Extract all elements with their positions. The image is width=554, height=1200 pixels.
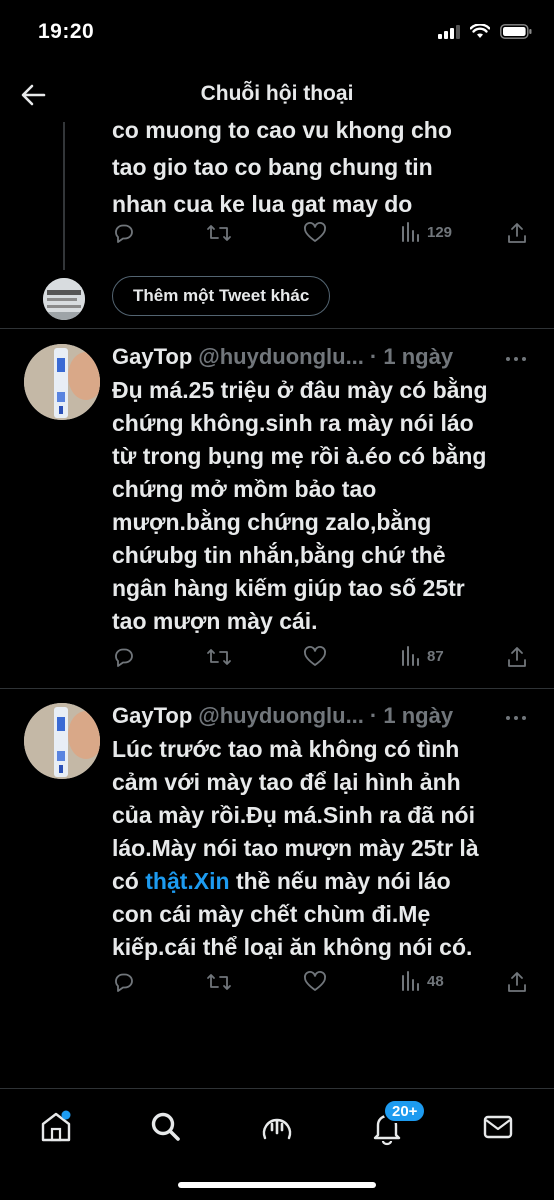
text-line: tao gio tao co bang chung tin bbox=[112, 154, 433, 180]
home-indicator bbox=[178, 1182, 376, 1188]
like-button[interactable] bbox=[303, 221, 327, 245]
views-icon bbox=[402, 971, 419, 991]
thread-line bbox=[63, 122, 65, 270]
handle[interactable]: @huyduonglu... bbox=[198, 344, 364, 370]
reply-icon bbox=[115, 224, 133, 243]
views-count: 129 bbox=[427, 223, 453, 241]
tweet-text: Đụ má.25 triệu ở đâu mày có bằng chứng k… bbox=[112, 374, 532, 638]
text-line: tao mượn mày cái. bbox=[112, 608, 318, 634]
views-count: 48 bbox=[427, 972, 444, 990]
status-time: 19:20 bbox=[38, 20, 95, 43]
show-more-row: Thêm một Tweet khác bbox=[0, 272, 554, 328]
text-segment: thề nếu mày nói láo bbox=[229, 868, 451, 894]
spaces-icon[interactable] bbox=[257, 1107, 297, 1147]
reply-icon bbox=[115, 648, 133, 667]
avatar[interactable] bbox=[24, 703, 100, 779]
tweet-actions: 87 bbox=[112, 645, 532, 675]
divider bbox=[0, 688, 554, 689]
reply-button[interactable] bbox=[112, 970, 136, 994]
views-count: 87 bbox=[427, 647, 444, 665]
text-line: của mày rồi.Đụ má.Sinh ra đã nói bbox=[112, 802, 475, 828]
tweet-actions: 48 bbox=[112, 970, 532, 1000]
text-line: chứng mở mồm bảo tao bbox=[112, 476, 377, 502]
share-icon bbox=[508, 972, 526, 992]
views-button[interactable]: 48 bbox=[401, 970, 444, 992]
views-button[interactable]: 87 bbox=[401, 645, 444, 667]
avatar[interactable] bbox=[43, 278, 85, 320]
battery-icon bbox=[500, 24, 532, 39]
retweet-icon bbox=[207, 974, 231, 990]
status-bar: 19:20 bbox=[0, 0, 554, 66]
like-button[interactable] bbox=[303, 970, 327, 994]
display-name[interactable]: GayTop bbox=[112, 344, 192, 370]
home-icon[interactable] bbox=[36, 1107, 76, 1147]
like-icon bbox=[304, 646, 326, 666]
avatar[interactable] bbox=[24, 344, 100, 420]
share-button[interactable] bbox=[506, 645, 528, 669]
reply-icon bbox=[115, 973, 133, 992]
share-icon bbox=[508, 647, 526, 667]
handle[interactable]: @huyduonglu... bbox=[198, 703, 364, 729]
signal-icon bbox=[438, 24, 460, 39]
timestamp[interactable]: · 1 ngày bbox=[370, 344, 453, 370]
link[interactable]: thật.Xin bbox=[145, 868, 229, 894]
retweet-button[interactable] bbox=[206, 645, 232, 669]
tweet-header: GayTop @huyduonglu... · 1 ngày bbox=[112, 344, 512, 376]
text-line: láo.Mày nói tao mượn mày 25tr là bbox=[112, 835, 479, 861]
divider bbox=[0, 328, 554, 329]
previous-tweet-actions: 129 bbox=[112, 221, 532, 251]
share-icon bbox=[508, 223, 526, 243]
reply-button[interactable] bbox=[112, 645, 136, 669]
share-button[interactable] bbox=[506, 221, 528, 245]
search-icon[interactable] bbox=[146, 1107, 186, 1147]
text-line: con cái mày chết chùm đi.Mẹ bbox=[112, 901, 431, 927]
text-line: Đụ má.25 triệu ở đâu mày có bằng bbox=[112, 377, 488, 403]
previous-tweet-text: co muong to cao vu khong cho tao gio tao… bbox=[112, 112, 532, 223]
wifi-icon bbox=[470, 24, 490, 38]
text-line: cảm với mày tao để lại hình ảnh bbox=[112, 769, 461, 795]
retweet-icon bbox=[207, 649, 231, 665]
retweet-icon bbox=[207, 225, 231, 241]
like-button[interactable] bbox=[303, 645, 327, 669]
retweet-button[interactable] bbox=[206, 221, 232, 245]
text-line: chứubg tin nhắn,bằng chứ thẻ bbox=[112, 542, 446, 568]
text-line: chứng không.sinh ra mày nói láo bbox=[112, 410, 474, 436]
text-line: từ trong bụng mẹ rồi à.éo có bằng bbox=[112, 443, 487, 469]
text-line: ngân hàng kiếm giúp tao số 25tr bbox=[112, 575, 465, 601]
text-line: co muong to cao vu khong cho bbox=[112, 117, 452, 143]
notifications-badge: 20+ bbox=[383, 1099, 427, 1123]
more-icon[interactable] bbox=[504, 352, 528, 366]
display-name[interactable]: GayTop bbox=[112, 703, 192, 729]
tweet-header: GayTop @huyduonglu... · 1 ngày bbox=[112, 703, 512, 735]
text-line: nhan cua ke lua gat may do bbox=[112, 191, 413, 217]
reply-button[interactable] bbox=[112, 221, 136, 245]
views-icon bbox=[402, 222, 419, 242]
show-more-tweets-button[interactable]: Thêm một Tweet khác bbox=[112, 276, 331, 316]
text-line: kiếp.cái thể loại ăn không nói có. bbox=[112, 934, 473, 960]
text-segment: có bbox=[112, 868, 146, 894]
like-icon bbox=[304, 222, 326, 242]
views-button[interactable]: 129 bbox=[401, 221, 452, 243]
tweet-text: Lúc trước tao mà không có tình cảm với m… bbox=[112, 733, 532, 964]
share-button[interactable] bbox=[506, 970, 528, 994]
text-line: có thật.Xin thề nếu mày nói láo bbox=[112, 865, 532, 898]
status-icons bbox=[438, 24, 532, 39]
timestamp[interactable]: · 1 ngày bbox=[370, 703, 453, 729]
more-icon[interactable] bbox=[504, 711, 528, 725]
text-line: mượn.bằng chứng zalo,bằng bbox=[112, 509, 432, 535]
page-title: Chuỗi hội thoại bbox=[200, 82, 354, 105]
views-icon bbox=[402, 646, 419, 666]
text-line: Lúc trước tao mà không có tình bbox=[112, 736, 460, 762]
retweet-button[interactable] bbox=[206, 970, 232, 994]
like-icon bbox=[304, 971, 326, 991]
mail-icon[interactable] bbox=[478, 1107, 518, 1147]
